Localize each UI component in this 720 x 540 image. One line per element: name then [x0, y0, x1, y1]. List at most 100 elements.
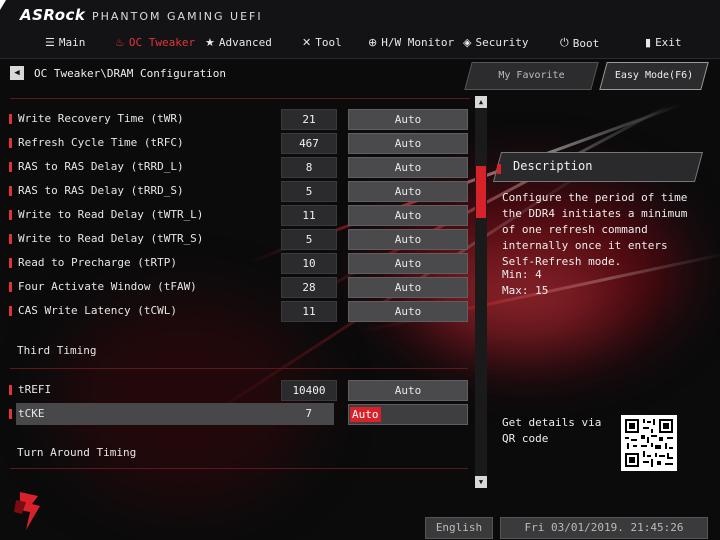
setting-label: Write to Read Delay (tWTR_S): [18, 232, 204, 245]
setting-label: tREFI: [18, 383, 52, 396]
tab-tool[interactable]: ✕ Tool: [302, 36, 342, 49]
setting-row[interactable]: Write to Read Delay (tWTR_L) 11 Auto: [0, 204, 470, 226]
setting-label: CAS Write Latency (tCWL): [18, 304, 177, 317]
tab-label: Advanced: [218, 36, 272, 49]
grid-icon: ☰: [45, 36, 55, 49]
tab-label: H/W Monitor: [381, 36, 455, 49]
tab-label: OC Tweaker: [128, 36, 196, 49]
setting-label: Read to Precharge (tRTP): [18, 256, 177, 269]
setting-dropdown[interactable]: Auto: [348, 301, 468, 322]
setting-dropdown[interactable]: Auto: [348, 229, 468, 250]
setting-label: Four Activate Window (tFAW): [18, 280, 197, 293]
tab-label: Tool: [315, 36, 342, 49]
power-icon: ⏻: [560, 36, 569, 49]
description-text: Configure the period of time the DDR4 in…: [502, 191, 688, 268]
tab-label: Main: [58, 36, 86, 49]
setting-row[interactable]: tREFI 10400 Auto: [0, 379, 470, 401]
setting-row[interactable]: Refresh Cycle Time (tRFC) 467 Auto: [0, 132, 470, 154]
setting-label: Refresh Cycle Time (tRFC): [18, 136, 184, 149]
tab-boot[interactable]: ⏻ Boot: [560, 36, 599, 50]
setting-label: RAS to RAS Delay (tRRD_S): [18, 184, 184, 197]
brand-logo: ASRock: [20, 6, 86, 24]
shield-icon: ◈: [463, 36, 472, 49]
tab-oc-tweaker[interactable]: ♨ OC Tweaker: [115, 36, 195, 49]
my-favorite-button[interactable]: My Favorite: [464, 62, 599, 90]
breadcrumb: ◀ OC Tweaker\DRAM Configuration: [10, 66, 226, 80]
selected-option: Auto: [350, 407, 381, 422]
setting-value: 11: [281, 301, 337, 322]
setting-row[interactable]: RAS to RAS Delay (tRRD_L) 8 Auto: [0, 156, 470, 178]
setting-row[interactable]: Write to Read Delay (tWTR_S) 5 Auto: [0, 228, 470, 250]
divider: [10, 98, 470, 99]
arrow-up-icon: ▲: [478, 98, 484, 106]
setting-dropdown[interactable]: Auto: [348, 133, 468, 154]
breadcrumb-path: OC Tweaker\DRAM Configuration: [34, 66, 227, 80]
exit-icon: ▮: [645, 36, 652, 49]
row-marker: [9, 409, 12, 419]
row-marker: [9, 306, 12, 316]
setting-value: 10400: [281, 380, 337, 401]
setting-row[interactable]: Four Activate Window (tFAW) 28 Auto: [0, 276, 470, 298]
setting-dropdown[interactable]: Auto: [348, 109, 468, 130]
description-header: Description: [492, 152, 704, 182]
setting-dropdown[interactable]: Auto: [348, 404, 468, 425]
section-title-turn-around: Turn Around Timing: [17, 446, 137, 459]
setting-value: 8: [281, 157, 337, 178]
setting-value: 5: [281, 181, 337, 202]
tab-security[interactable]: ◈ Security: [463, 36, 528, 49]
setting-value: 5: [281, 229, 337, 250]
datetime-display: Fri 03/01/2019. 21:45:26: [500, 517, 708, 539]
row-marker: [9, 234, 12, 244]
setting-dropdown[interactable]: Auto: [348, 181, 468, 202]
qr-code: [621, 415, 677, 471]
setting-dropdown[interactable]: Auto: [348, 157, 468, 178]
tab-label: Security: [475, 36, 529, 49]
row-marker: [9, 162, 12, 172]
setting-label: RAS to RAS Delay (tRRD_L): [18, 160, 184, 173]
setting-row[interactable]: CAS Write Latency (tCWL) 11 Auto: [0, 300, 470, 322]
scrollbar[interactable]: ▲ ▼: [475, 96, 487, 488]
qr-caption: Get details via QR code: [502, 416, 602, 445]
my-favorite-label: My Favorite: [498, 70, 565, 81]
tab-exit[interactable]: ▮ Exit: [645, 36, 682, 49]
flame-icon: ♨: [115, 36, 125, 49]
row-marker: [9, 385, 12, 395]
description-accent: [497, 164, 501, 174]
star-icon: ★: [205, 36, 215, 49]
description-range: Min: 4 Max: 15: [502, 267, 548, 299]
scroll-up-button[interactable]: ▲: [475, 96, 487, 108]
row-marker: [9, 114, 12, 124]
language-button[interactable]: English: [425, 517, 493, 539]
easy-mode-label: Easy Mode(F6): [614, 70, 694, 81]
setting-row[interactable]: Write Recovery Time (tWR) 21 Auto: [0, 108, 470, 130]
chevron-left-icon: ◀: [14, 68, 20, 78]
min-value: Min: 4: [502, 268, 542, 281]
tab-main[interactable]: ☰ Main: [45, 36, 85, 49]
max-value: Max: 15: [502, 284, 549, 297]
setting-label: Write Recovery Time (tWR): [18, 112, 184, 125]
back-button[interactable]: ◀: [10, 66, 24, 80]
setting-dropdown[interactable]: Auto: [348, 380, 468, 401]
setting-value: 10: [281, 253, 337, 274]
tab-hw-monitor[interactable]: ⊕ H/W Monitor: [368, 36, 454, 49]
setting-row-selected[interactable]: tCKE 7 Auto: [0, 403, 470, 425]
scroll-thumb[interactable]: [476, 166, 486, 218]
setting-value: 7: [305, 407, 312, 420]
setting-row[interactable]: Read to Precharge (tRTP) 10 Auto: [0, 252, 470, 274]
brand-subtitle: PHANTOM GAMING UEFI: [92, 10, 263, 23]
section-divider: [10, 468, 468, 469]
setting-value: 467: [281, 133, 337, 154]
tab-advanced[interactable]: ★ Advanced: [205, 36, 272, 49]
setting-dropdown[interactable]: Auto: [348, 253, 468, 274]
globe-icon: ⊕: [368, 36, 378, 49]
main-nav: ☰ Main ♨ OC Tweaker ★ Advanced ✕ Tool ⊕ …: [0, 36, 720, 54]
setting-dropdown[interactable]: Auto: [348, 277, 468, 298]
arrow-down-icon: ▼: [478, 478, 484, 486]
setting-row[interactable]: RAS to RAS Delay (tRRD_S) 5 Auto: [0, 180, 470, 202]
description-title: Description: [513, 159, 593, 173]
row-marker: [9, 282, 12, 292]
section-title-third-timing: Third Timing: [17, 344, 97, 357]
setting-dropdown[interactable]: Auto: [348, 205, 468, 226]
scroll-down-button[interactable]: ▼: [475, 476, 487, 488]
easy-mode-button[interactable]: Easy Mode(F6): [599, 62, 709, 90]
